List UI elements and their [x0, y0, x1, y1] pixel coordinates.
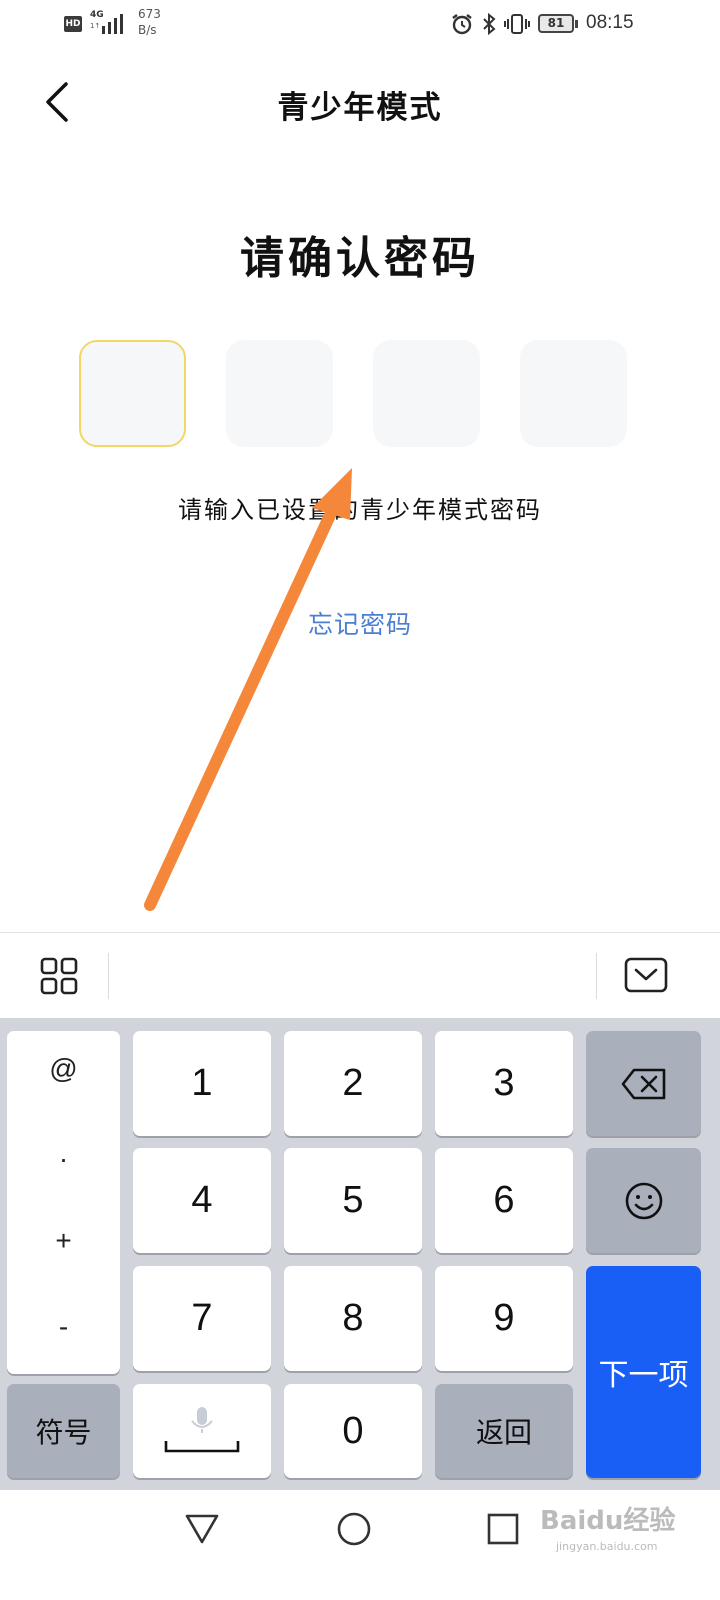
backspace-key[interactable] [586, 1031, 701, 1136]
return-key[interactable]: 返回 [435, 1384, 573, 1478]
key-4[interactable]: 4 [133, 1148, 271, 1253]
pin-box-4[interactable] [520, 340, 627, 447]
key-7[interactable]: 7 [133, 1266, 271, 1371]
key-at[interactable]: @ [7, 1053, 120, 1085]
toolbar-divider [108, 953, 109, 999]
key-minus[interactable]: - [7, 1311, 120, 1343]
key-1[interactable]: 1 [133, 1031, 271, 1136]
speed-unit: B/s [138, 23, 157, 37]
key-plus[interactable]: + [7, 1225, 120, 1257]
password-hint: 请输入已设置的青少年模式密码 [178, 496, 542, 524]
numeric-keyboard: @ . + - 1 2 3 4 5 6 7 8 9 下一项 符号 0 返回 [0, 1018, 720, 1490]
network-activity: 1↑ [90, 22, 101, 30]
battery-level: 81 [547, 16, 565, 30]
key-2[interactable]: 2 [284, 1031, 422, 1136]
bluetooth-icon [483, 12, 496, 36]
symbol-column: @ . + - [7, 1031, 120, 1374]
pin-box-1[interactable] [79, 340, 186, 447]
key-0[interactable]: 0 [284, 1384, 422, 1478]
space-voice-key[interactable] [133, 1384, 271, 1478]
signal-icon [102, 14, 123, 34]
key-6[interactable]: 6 [435, 1148, 573, 1253]
key-3[interactable]: 3 [435, 1031, 573, 1136]
confirm-password-heading: 请确认密码 [240, 233, 480, 284]
key-dot[interactable]: . [7, 1137, 120, 1169]
key-5[interactable]: 5 [284, 1148, 422, 1253]
battery-icon: 81 [538, 14, 574, 33]
nav-back-icon[interactable] [184, 1512, 220, 1546]
clock: 08:15 [586, 12, 634, 33]
watermark-url: jingyan.baidu.com [556, 1540, 658, 1553]
keyboard-toolbar [0, 932, 720, 1019]
arrow-shaft [144, 494, 343, 911]
pin-box-2[interactable] [226, 340, 333, 447]
baidu-watermark: Baidu经验 [540, 1506, 676, 1536]
nav-recents-icon[interactable] [486, 1512, 520, 1546]
network-speed: 673 B/s [138, 6, 161, 38]
emoji-key[interactable] [586, 1148, 701, 1253]
keyboard-menu-icon[interactable] [40, 957, 78, 995]
alarm-icon [452, 14, 472, 35]
smiley-icon [625, 1182, 662, 1219]
key-8[interactable]: 8 [284, 1266, 422, 1371]
hide-keyboard-icon[interactable] [624, 957, 668, 993]
pin-box-3[interactable] [373, 340, 480, 447]
vibrate-icon [504, 14, 530, 34]
symbols-key[interactable]: 符号 [7, 1384, 120, 1478]
speed-value: 673 [138, 7, 161, 21]
microphone-icon [164, 1407, 240, 1453]
toolbar-divider [596, 953, 597, 999]
status-bar: HD 4G 1↑ 673 B/s 81 08:15 [0, 0, 720, 50]
backspace-icon [621, 1068, 665, 1099]
hd-badge: HD [64, 16, 82, 32]
page-title: 青少年模式 [277, 90, 443, 126]
nav-home-icon[interactable] [336, 1511, 372, 1547]
forgot-password-link[interactable]: 忘记密码 [0, 605, 720, 641]
battery-tip [575, 20, 578, 28]
next-button[interactable]: 下一项 [586, 1266, 701, 1478]
key-9[interactable]: 9 [435, 1266, 573, 1371]
